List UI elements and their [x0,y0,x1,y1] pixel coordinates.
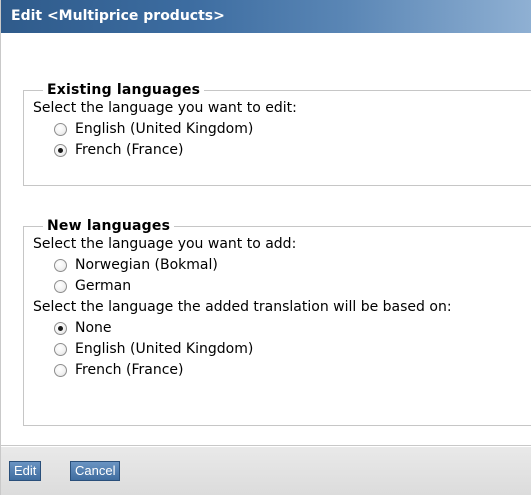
new-languages-legend: New languages [47,218,171,234]
window-title: Edit <Multiprice products> [1,0,531,33]
base-option-english-uk[interactable]: English (United Kingdom) [54,339,531,360]
edit-language-prompt: Select the language you want to edit: [33,100,297,116]
option-label: None [75,320,112,336]
new-languages-group: New languages Select the language you wa… [23,218,531,426]
cancel-button[interactable]: Cancel [70,461,121,481]
base-option-french-france[interactable]: French (France) [54,360,531,381]
existing-option-french-france[interactable]: French (France) [54,140,531,161]
edit-dialog: Edit <Multiprice products> Existing lang… [0,0,531,495]
option-label: Norwegian (Bokmal) [75,257,218,273]
radio-base-english-uk[interactable] [54,343,67,356]
radio-norwegian[interactable] [54,259,67,272]
option-label: German [75,278,132,294]
add-language-prompt: Select the language you want to add: [33,236,297,252]
option-label: French (France) [75,142,184,158]
radio-french-france[interactable] [54,144,67,157]
add-option-german[interactable]: German [54,276,531,297]
radio-base-none[interactable] [54,322,67,335]
option-label: French (France) [75,362,184,378]
option-label: English (United Kingdom) [75,341,254,357]
add-option-norwegian[interactable]: Norwegian (Bokmal) [54,255,531,276]
base-language-prompt: Select the language the added translatio… [33,299,452,315]
radio-base-french-france[interactable] [54,364,67,377]
radio-german[interactable] [54,280,67,293]
existing-option-english-uk[interactable]: English (United Kingdom) [54,119,531,140]
button-bar: Edit Cancel [1,447,531,495]
option-label: English (United Kingdom) [75,121,254,137]
existing-languages-legend: Existing languages [47,82,201,98]
base-option-none[interactable]: None [54,318,531,339]
existing-languages-group: Existing languages Select the language y… [23,82,531,186]
edit-button[interactable]: Edit [9,461,42,481]
radio-english-uk[interactable] [54,123,67,136]
dialog-content: Existing languages Select the language y… [1,33,531,446]
